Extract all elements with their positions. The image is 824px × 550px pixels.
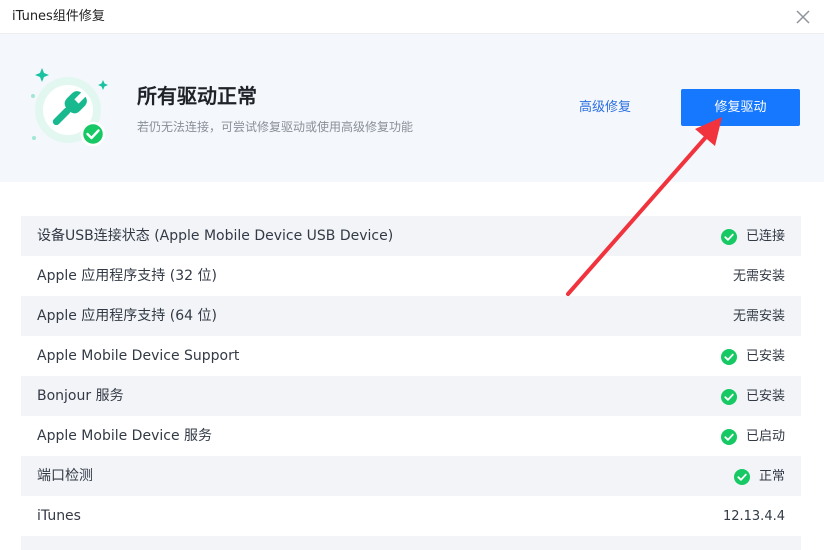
title-bar: iTunes组件修复 [0,0,824,34]
item-status-text: 已安装 [745,389,785,404]
list-item: Bonjour 服务 已安装 [21,376,801,416]
item-label: 端口检测 [37,468,93,484]
item-label: Apple 应用程序支持 (64 位) [37,308,217,324]
list-item: 设备USB连接状态 (Apple Mobile Device USB Devic… [21,216,801,256]
item-label: 设备USB连接状态 (Apple Mobile Device USB Devic… [37,228,394,244]
list-item: iTunes 12.13.4.4 [21,496,801,536]
item-status-text: 已连接 [745,229,785,244]
item-label: Bonjour 服务 [37,388,124,404]
item-status: 已安装 [720,388,785,405]
check-circle-icon [720,348,737,365]
item-status-text: 已启动 [745,429,785,444]
item-label: Apple 应用程序支持 (32 位) [37,268,217,284]
status-description: 若仍无法连接，可尝试修复驱动或使用高级修复功能 [137,120,414,134]
list-item: Apple 应用程序支持 (32 位) 无需安装 [21,256,801,296]
check-circle-icon [720,228,737,245]
repair-driver-button[interactable]: 修复驱动 [681,89,800,126]
item-label: Apple Mobile Device Support [37,348,240,364]
wrench-check-icon [31,68,108,147]
check-circle-icon [733,468,750,485]
status-header: 所有驱动正常 若仍无法连接，可尝试修复驱动或使用高级修复功能 高级修复 修复驱动 [0,34,824,182]
advanced-repair-link[interactable]: 高级修复 [579,100,631,116]
item-status-text: 12.13.4.4 [722,509,785,524]
item-status-text: 无需安装 [732,309,785,324]
item-status-text: 正常 [758,469,785,484]
list-item: Apple Mobile Device 服务 已启动 [21,416,801,456]
item-status-text: 无需安装 [732,269,785,284]
check-circle-icon [720,428,737,445]
item-status: 已安装 [720,348,785,365]
check-circle-icon [720,388,737,405]
list-item: Apple 应用程序支持 (64 位) 无需安装 [21,296,801,336]
list-item: Apple Mobile Device Support 已安装 [21,336,801,376]
item-label: Apple Mobile Device 服务 [37,428,213,444]
item-status-text: 已安装 [745,349,785,364]
list-item: 端口检测 正常 [21,456,801,496]
close-icon[interactable] [796,10,810,24]
item-label: iTunes [37,508,81,524]
item-status: 已连接 [720,228,785,245]
list-item-partial [21,536,801,550]
status-headline: 所有驱动正常 [137,84,257,108]
item-status: 无需安装 [733,308,785,325]
item-status: 已启动 [720,428,785,445]
item-status: 12.13.4.4 [723,508,785,525]
item-status: 正常 [733,468,785,485]
window-title: iTunes组件修复 [12,9,105,24]
item-status: 无需安装 [733,268,785,285]
component-status-list: 设备USB连接状态 (Apple Mobile Device USB Devic… [21,216,801,550]
